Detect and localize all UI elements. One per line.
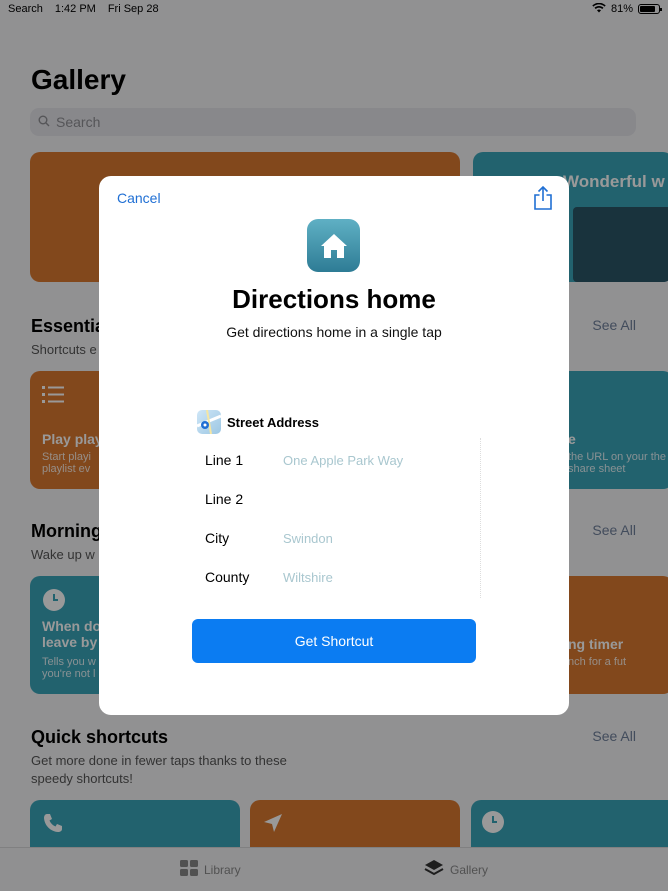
- share-icon[interactable]: [533, 185, 553, 210]
- field-label: Line 1: [205, 452, 244, 468]
- house-icon: [307, 219, 360, 272]
- form-header: Street Address: [197, 408, 319, 436]
- maps-icon: [197, 410, 221, 434]
- get-shortcut-button[interactable]: Get Shortcut: [192, 619, 476, 663]
- shortcut-detail-modal: Cancel Directions home Get directions ho…: [99, 176, 569, 715]
- form-divider: [480, 438, 481, 598]
- field-county[interactable]: County Wiltshire: [205, 566, 465, 588]
- field-label: County: [205, 569, 250, 585]
- street-address-form: Street Address Line 1 One Apple Park Way…: [197, 408, 481, 598]
- field-value[interactable]: Wiltshire: [283, 570, 333, 585]
- shortcut-title: Directions home: [232, 284, 436, 314]
- field-value[interactable]: One Apple Park Way: [283, 453, 403, 468]
- field-label: Line 2: [205, 491, 244, 507]
- field-value[interactable]: Swindon: [283, 531, 333, 546]
- field-line-1[interactable]: Line 1 One Apple Park Way: [205, 449, 465, 471]
- field-label: City: [205, 530, 230, 546]
- shortcut-description: Get directions home in a single tap: [226, 324, 442, 340]
- field-city[interactable]: City Swindon: [205, 527, 465, 549]
- form-header-label: Street Address: [227, 414, 319, 430]
- field-line-2[interactable]: Line 2: [205, 488, 465, 510]
- cancel-button[interactable]: Cancel: [117, 190, 161, 206]
